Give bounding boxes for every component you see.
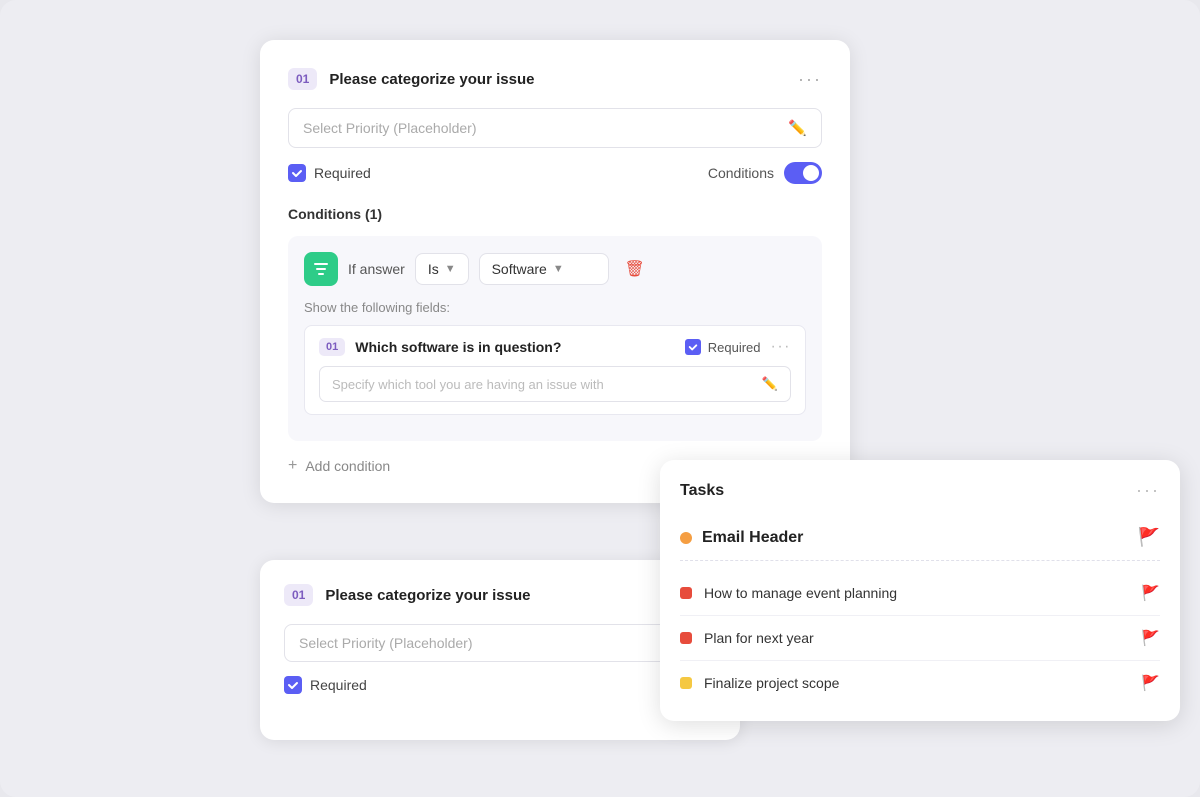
task-1-label: How to manage event planning — [704, 585, 1129, 601]
task-2-label: Plan for next year — [704, 630, 1129, 646]
filter-icon — [312, 260, 330, 278]
if-answer-text: If answer — [348, 261, 405, 277]
tasks-title: Tasks — [680, 482, 724, 500]
is-dropdown[interactable]: Is ▼ — [415, 253, 469, 285]
card2-header-left: 01 Please categorize your issue — [284, 584, 530, 606]
delete-condition-button[interactable]: 🗑 — [619, 253, 651, 285]
card2-title: Please categorize your issue — [325, 587, 530, 604]
nested-input-row[interactable]: Specify which tool you are having an iss… — [319, 366, 791, 402]
required-left: Required — [288, 164, 371, 182]
required-checkbox[interactable] — [288, 164, 306, 182]
pencil-icon[interactable]: ✏️ — [788, 119, 807, 137]
priority-placeholder: Select Priority (Placeholder) — [303, 120, 788, 136]
task-2-flag: 🚩 — [1141, 629, 1160, 647]
nested-required-label: Required — [708, 340, 761, 355]
task-row-2[interactable]: Plan for next year 🚩 — [680, 616, 1160, 661]
task-3-dot — [680, 677, 692, 689]
nested-step-badge: 01 — [319, 338, 345, 356]
software-dropdown[interactable]: Software ▼ — [479, 253, 609, 285]
task-row-1[interactable]: How to manage event planning 🚩 — [680, 571, 1160, 616]
card2-step-badge: 01 — [284, 584, 313, 606]
card2-placeholder: Select Priority (Placeholder) — [299, 635, 701, 651]
nested-pencil-icon[interactable]: ✏️ — [762, 376, 778, 392]
nested-field: 01 Which software is in question? Requir… — [304, 325, 806, 415]
email-header-dot — [680, 532, 692, 544]
show-fields-text: Show the following fields: — [304, 300, 806, 315]
software-value: Software — [492, 261, 547, 277]
form-card-1: 01 Please categorize your issue ··· Sele… — [260, 40, 850, 503]
task-row-3[interactable]: Finalize project scope 🚩 — [680, 661, 1160, 705]
card1-header: 01 Please categorize your issue ··· — [288, 68, 822, 90]
task-3-flag: 🚩 — [1141, 674, 1160, 692]
task-2-dot — [680, 632, 692, 644]
card2-required-checkbox[interactable] — [284, 676, 302, 694]
required-row: Required Conditions — [288, 162, 822, 184]
conditions-text: Conditions — [708, 165, 774, 181]
priority-input-row[interactable]: Select Priority (Placeholder) ✏️ — [288, 108, 822, 148]
nested-title: Which software is in question? — [355, 339, 675, 355]
step-badge-1: 01 — [288, 68, 317, 90]
conditions-toggle[interactable] — [784, 162, 822, 184]
card1-title: Please categorize your issue — [329, 71, 534, 88]
nested-placeholder: Specify which tool you are having an iss… — [332, 377, 762, 392]
card1-header-left: 01 Please categorize your issue — [288, 68, 534, 90]
nested-required-checkbox[interactable] — [685, 339, 701, 355]
task-1-dot — [680, 587, 692, 599]
email-header-label: Email Header — [702, 529, 1128, 547]
card1-dots-menu[interactable]: ··· — [798, 69, 822, 90]
is-chevron: ▼ — [445, 263, 456, 275]
card2-priority-input[interactable]: Select Priority (Placeholder) — [284, 624, 716, 662]
tasks-header: Tasks ··· — [680, 480, 1160, 501]
task-3-label: Finalize project scope — [704, 675, 1129, 691]
email-header-flag: 🚩 — [1138, 527, 1160, 548]
conditions-section-title: Conditions (1) — [288, 206, 822, 222]
nested-required-row: Required — [685, 339, 761, 355]
add-condition-label: Add condition — [305, 458, 390, 474]
filter-icon-box — [304, 252, 338, 286]
tasks-panel: Tasks ··· Email Header 🚩 How to manage e… — [660, 460, 1180, 721]
required-label: Required — [314, 165, 371, 181]
card2-required-label: Required — [310, 677, 367, 693]
card2-header: 01 Please categorize your issue — [284, 584, 716, 606]
nested-dots-menu[interactable]: ··· — [771, 338, 791, 356]
is-label: Is — [428, 261, 439, 277]
task-1-flag: 🚩 — [1141, 584, 1160, 602]
tasks-dots-menu[interactable]: ··· — [1136, 480, 1160, 501]
card2-required-left: Required — [284, 676, 367, 694]
nested-field-header: 01 Which software is in question? Requir… — [319, 338, 791, 356]
condition-row: If answer Is ▼ Software ▼ 🗑 — [304, 252, 806, 286]
email-header-row: Email Header 🚩 — [680, 515, 1160, 561]
condition-box: If answer Is ▼ Software ▼ 🗑 Show the fol… — [288, 236, 822, 441]
software-chevron: ▼ — [553, 263, 564, 275]
card2-required-row: Required — [284, 676, 716, 694]
plus-icon: + — [288, 457, 297, 475]
conditions-right: Conditions — [708, 162, 822, 184]
